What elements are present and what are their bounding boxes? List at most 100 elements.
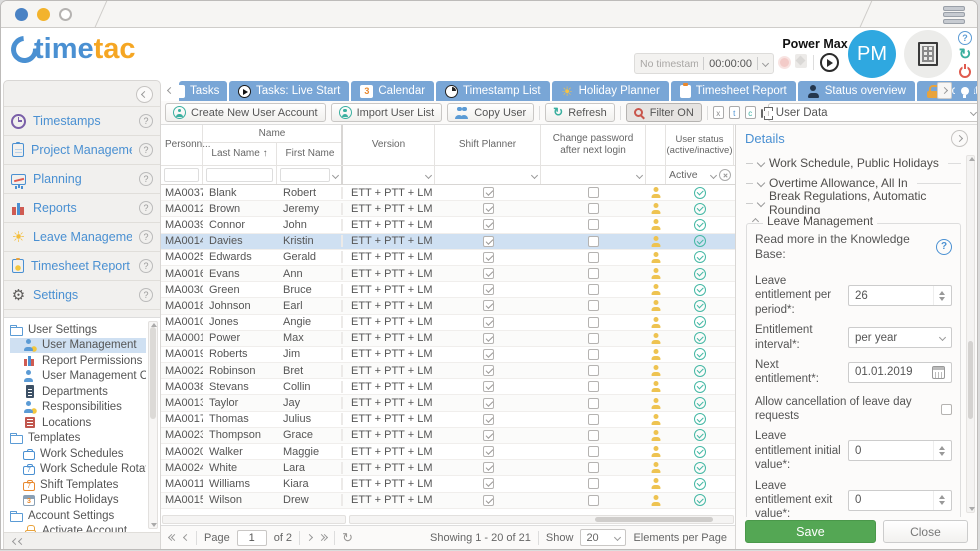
change-password-checkbox[interactable] [588,414,599,425]
change-password-checkbox[interactable] [588,284,599,295]
export-xlsx-icon[interactable] [713,106,724,119]
shift-planner-checkbox[interactable] [483,398,494,409]
sidebar-nav-item[interactable]: Reports [4,194,160,223]
personnel-filter[interactable] [161,166,203,184]
filter-on-button[interactable]: Filter ON [626,103,702,122]
tab[interactable]: Calendar [351,81,434,101]
details-expand-button[interactable] [951,130,968,147]
change-password-checkbox[interactable] [588,236,599,247]
column-last-name[interactable]: Last Name ↑ [203,143,277,165]
table-row[interactable]: MA0024 White Lara ETT + PTT + LM [161,460,735,476]
tree-item[interactable]: Responsibilities [10,400,146,416]
table-row[interactable]: MA0030 Green Bruce ETT + PTT + LM [161,282,735,298]
change-password-checkbox[interactable] [588,381,599,392]
help-icon[interactable] [958,31,972,45]
page-input[interactable] [237,530,267,546]
shift-planner-checkbox[interactable] [483,219,494,230]
help-icon[interactable] [139,143,153,157]
change-password-checkbox[interactable] [588,252,599,263]
help-icon[interactable] [139,201,153,215]
stop-timestamp-icon[interactable] [778,56,791,69]
timestamp-bar[interactable]: No timestamp run... 00:00:00 [634,53,774,74]
shift-planner-checkbox[interactable] [483,478,494,489]
change-password-checkbox[interactable] [588,317,599,328]
table-row[interactable]: MA0010 Jones Angie ETT + PTT + LM [161,315,735,331]
column-user-icon[interactable] [646,125,666,165]
timestamp-dropdown-icon[interactable] [762,60,769,67]
change-password-checkbox[interactable] [588,203,599,214]
save-button[interactable]: Save [745,520,876,543]
help-icon[interactable] [139,114,153,128]
per-period-input[interactable]: 26 [848,285,952,306]
allow-cancellation-checkbox[interactable] [941,404,952,415]
column-first-name[interactable]: First Name [277,143,343,165]
shift-planner-checkbox[interactable] [483,317,494,328]
tree-item[interactable]: User Settings [10,322,146,338]
chevron-up-icon[interactable] [752,217,759,224]
shift-planner-checkbox[interactable] [483,187,494,198]
tree-item[interactable]: User Management [10,338,146,354]
right-pane-scrollbar[interactable] [349,515,734,524]
table-row[interactable]: MA0020 Walker Maggie ETT + PTT + LM [161,444,735,460]
help-icon[interactable] [139,288,153,302]
column-personnel[interactable]: Personn... [161,125,203,165]
table-row[interactable]: MA0012 Brown Jeremy ETT + PTT + LM [161,201,735,217]
page-size-select[interactable]: 20 [580,529,626,546]
table-row[interactable]: MA0023 Thompson Grace ETT + PTT + LM [161,428,735,444]
details-section-header[interactable]: Break Regulations, Automatic Rounding [746,193,961,213]
change-password-checkbox[interactable] [588,219,599,230]
shift-planner-checkbox[interactable] [483,236,494,247]
tree-item[interactable]: Departments [10,384,146,400]
next-page-button[interactable] [307,535,312,540]
close-button[interactable]: Close [883,520,968,543]
status-filter[interactable]: Active [666,166,734,184]
copy-user-button[interactable]: Copy User [447,103,534,122]
table-row[interactable]: MA0018 Johnson Earl ETT + PTT + LM [161,298,735,314]
clear-filter-icon[interactable] [719,169,731,181]
table-row[interactable]: MA0022 Robinson Bret ETT + PTT + LM [161,363,735,379]
left-pane-scrollbar[interactable] [162,515,346,524]
change-password-checkbox[interactable] [588,398,599,409]
tab[interactable]: Status overview [798,81,915,101]
shift-planner-checkbox[interactable] [483,300,494,311]
knowledge-base-help-icon[interactable] [936,239,952,255]
tree-item[interactable]: User Management Changelog [10,369,146,385]
tree-item[interactable]: Templates [10,431,146,447]
change-password-checkbox[interactable] [588,446,599,457]
table-row[interactable]: MA0025 Edwards Gerald ETT + PTT + LM [161,250,735,266]
tree-item[interactable]: Report Permissions [10,353,146,369]
import-user-list-button[interactable]: Import User List [331,103,443,122]
last-page-button[interactable] [319,535,327,540]
column-version[interactable]: Version [343,125,435,165]
table-row[interactable]: MA0039 Connor John ETT + PTT + LM [161,217,735,233]
shift-planner-checkbox[interactable] [483,252,494,263]
last-name-filter[interactable] [203,166,277,184]
export-csv-icon[interactable] [745,106,756,119]
spinner-buttons[interactable] [933,286,945,305]
shift-planner-checkbox[interactable] [483,333,494,344]
version-filter[interactable] [343,166,435,184]
shift-planner-checkbox[interactable] [483,446,494,457]
spinner-buttons[interactable] [933,441,945,460]
table-row[interactable]: MA0011 Williams Kiara ETT + PTT + LM [161,476,735,492]
change-password-checkbox[interactable] [588,462,599,473]
view-select[interactable]: User Data [768,103,978,122]
change-password-checkbox[interactable] [588,268,599,279]
shift-planner-checkbox[interactable] [483,495,494,506]
start-timestamp-button[interactable] [820,53,839,72]
column-change-password[interactable]: Change password after next login [541,125,646,165]
tabs-scroll-left-button[interactable] [164,83,177,99]
table-row[interactable]: MA0038 Stevans Collin ETT + PTT + LM [161,379,735,395]
tab[interactable]: Holiday Planner [552,81,669,101]
refresh-icon[interactable] [959,47,972,62]
details-scrollbar[interactable] [966,155,975,513]
table-row[interactable]: MA0016 Evans Ann ETT + PTT + LM [161,266,735,282]
tree-item[interactable]: Work Schedules [10,446,146,462]
sidebar-nav-item[interactable]: Planning [4,165,160,194]
initial-value-input[interactable]: 0 [848,440,952,461]
tab[interactable]: Tasks [179,81,227,101]
table-row[interactable]: MA0017 Thomas Julius ETT + PTT + LM [161,412,735,428]
change-password-checkbox[interactable] [588,365,599,376]
create-user-button[interactable]: Create New User Account [165,103,326,122]
sidebar-nav-item[interactable]: Settings [4,281,160,310]
